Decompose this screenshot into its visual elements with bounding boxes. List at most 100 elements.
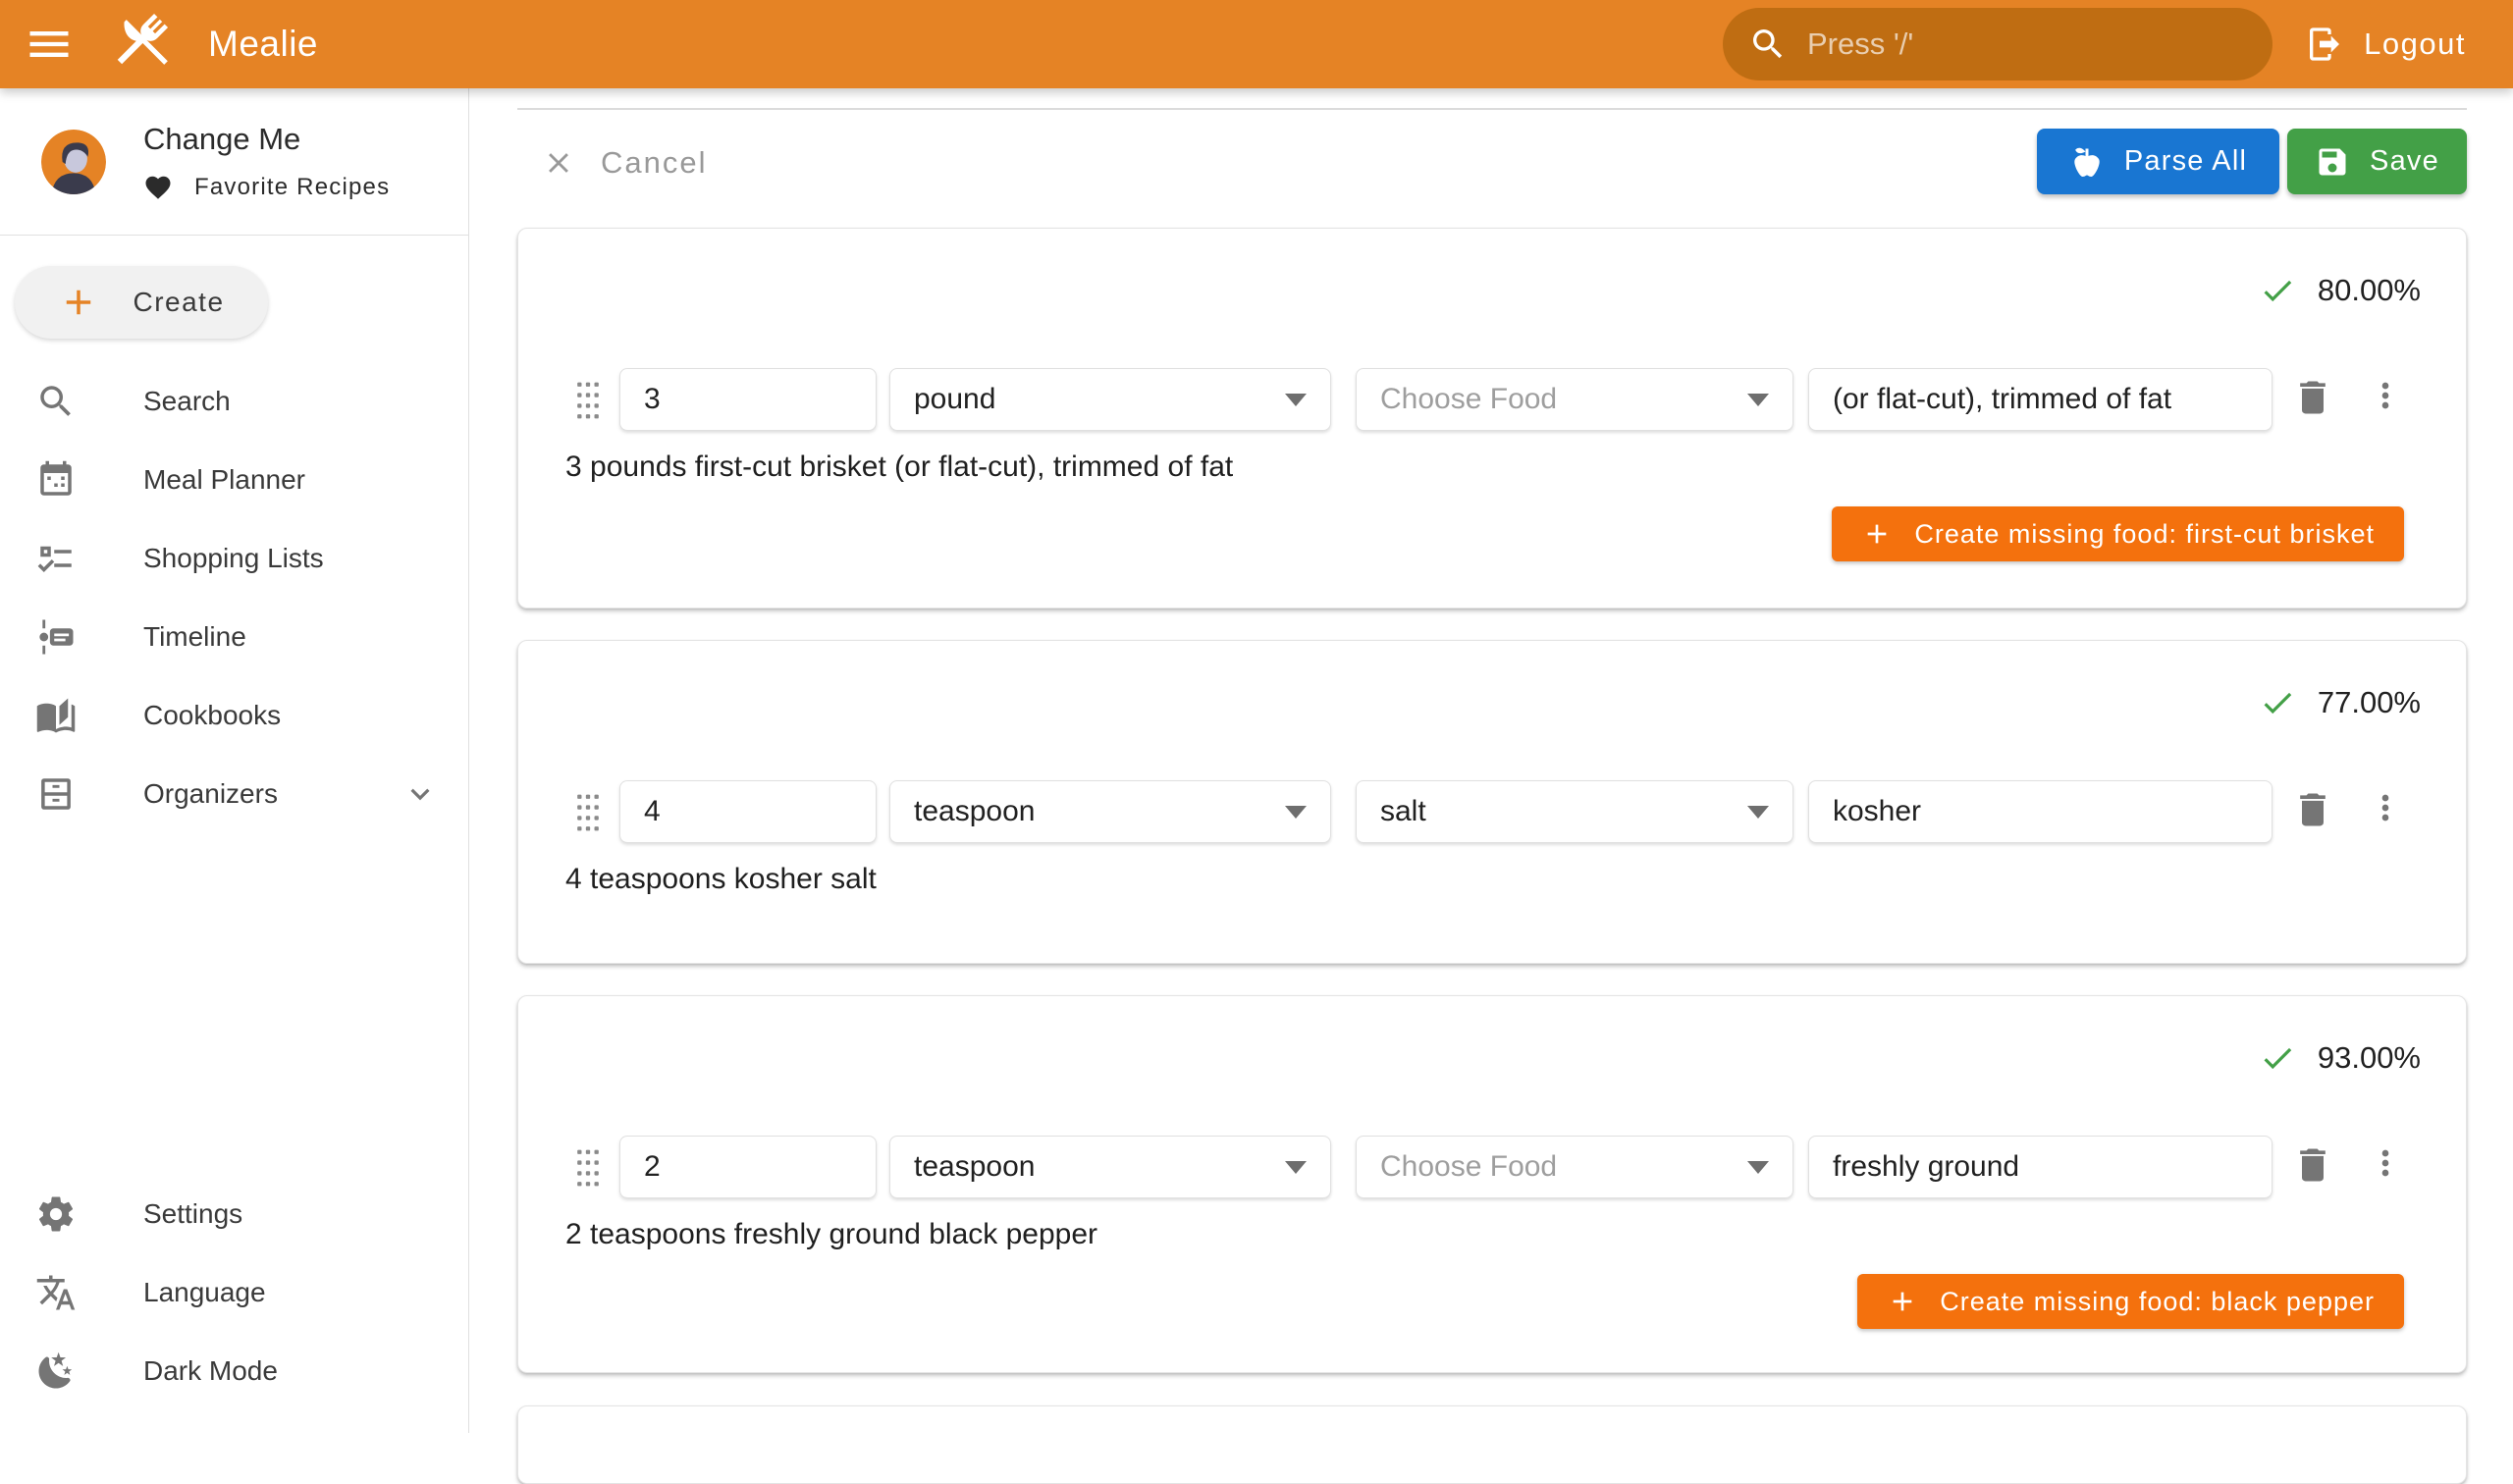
food-select[interactable]: salt — [1356, 780, 1793, 843]
create-button[interactable]: Create — [15, 266, 268, 339]
sidebar-item-label: Cookbooks — [143, 700, 281, 731]
sidebar-item-label: Shopping Lists — [143, 543, 324, 574]
dropdown-caret-icon — [1747, 806, 1769, 819]
ingredient-card: 77.00% teaspoon salt 4 teaspoons kosher … — [517, 640, 2467, 964]
food-select[interactable]: Choose Food — [1356, 1136, 1793, 1198]
checklist-icon — [35, 538, 77, 579]
food-placeholder: Choose Food — [1380, 383, 1557, 416]
moon-icon — [35, 1351, 77, 1392]
sidebar-item-label: Meal Planner — [143, 464, 305, 496]
create-missing-food-button[interactable]: Create missing food: first-cut brisket — [1832, 506, 2404, 561]
search-input[interactable] — [1807, 26, 2247, 62]
delete-icon[interactable] — [2291, 1143, 2334, 1187]
favorite-recipes-label: Favorite Recipes — [194, 174, 390, 201]
save-button[interactable]: Save — [2287, 129, 2467, 194]
note-input[interactable] — [1833, 383, 2248, 416]
avatar — [41, 130, 106, 194]
create-missing-food-label: Create missing food: black pepper — [1940, 1287, 2375, 1317]
timeline-icon — [35, 616, 77, 658]
logout-icon — [2305, 25, 2344, 64]
original-ingredient-text: 3 pounds first-cut brisket (or flat-cut)… — [565, 450, 1233, 484]
quantity-input[interactable] — [644, 795, 852, 828]
create-missing-food-button[interactable]: Create missing food: black pepper — [1857, 1274, 2404, 1329]
sidebar-item-meal-planner[interactable]: Meal Planner — [0, 441, 468, 519]
drag-handle-icon[interactable] — [575, 1145, 601, 1191]
note-input[interactable] — [1833, 795, 2248, 828]
cancel-button[interactable]: Cancel — [542, 133, 708, 192]
note-field — [1808, 1136, 2272, 1198]
magnify-icon — [35, 381, 77, 422]
sidebar-item-dark-mode[interactable]: Dark Mode — [0, 1332, 468, 1410]
unit-value: teaspoon — [914, 795, 1035, 828]
unit-value: pound — [914, 383, 995, 416]
unit-select[interactable]: teaspoon — [889, 1136, 1331, 1198]
sidebar-item-label: Dark Mode — [143, 1355, 278, 1387]
confidence-value: 93.00% — [2318, 1040, 2421, 1076]
sidebar-nav: Search Meal Planner Shopping Lists Timel… — [0, 362, 468, 833]
book-open-icon — [35, 695, 77, 736]
quantity-input[interactable] — [644, 383, 852, 416]
dropdown-caret-icon — [1285, 1161, 1307, 1174]
drag-handle-icon[interactable] — [575, 378, 601, 423]
sidebar-item-label: Language — [143, 1277, 266, 1308]
delete-icon[interactable] — [2291, 788, 2334, 831]
sidebar-item-organizers[interactable]: Organizers — [0, 755, 468, 833]
quantity-field — [619, 1136, 877, 1198]
sidebar-item-cookbooks[interactable]: Cookbooks — [0, 676, 468, 755]
dropdown-caret-icon — [1285, 394, 1307, 406]
confidence-indicator: 93.00% — [2259, 1039, 2421, 1077]
confidence-indicator: 80.00% — [2259, 272, 2421, 309]
sidebar-item-label: Search — [143, 386, 231, 417]
note-input[interactable] — [1833, 1150, 2248, 1184]
create-label: Create — [133, 287, 224, 318]
ingredient-card-partial — [517, 1405, 2467, 1484]
app-title: Mealie — [208, 10, 318, 79]
sidebar-item-settings[interactable]: Settings — [0, 1175, 468, 1253]
check-icon — [2259, 1039, 2296, 1077]
plus-icon — [58, 282, 99, 323]
app-header: Mealie Logout — [0, 0, 2513, 88]
confidence-value: 80.00% — [2318, 273, 2421, 308]
dropdown-caret-icon — [1285, 806, 1307, 819]
check-icon — [2259, 684, 2296, 721]
chevron-down-icon — [401, 775, 439, 813]
parse-all-label: Parse All — [2124, 145, 2247, 178]
menu-icon[interactable] — [24, 19, 75, 70]
drag-handle-icon[interactable] — [575, 790, 601, 835]
quantity-field — [619, 368, 877, 431]
sidebar-item-timeline[interactable]: Timeline — [0, 598, 468, 676]
more-options-icon[interactable] — [2366, 788, 2405, 827]
cancel-label: Cancel — [601, 145, 708, 181]
sidebar-divider — [0, 235, 468, 236]
app-logo-link[interactable]: Mealie — [110, 10, 318, 79]
check-icon — [2259, 272, 2296, 309]
quantity-input[interactable] — [644, 1150, 852, 1184]
unit-select[interactable]: teaspoon — [889, 780, 1331, 843]
ingredient-card: 93.00% teaspoon Choose Food 2 teaspoons … — [517, 995, 2467, 1373]
logout-button[interactable]: Logout — [2305, 0, 2466, 88]
more-options-icon[interactable] — [2366, 376, 2405, 415]
dropdown-caret-icon — [1747, 394, 1769, 406]
user-panel[interactable]: Change Me Favorite Recipes — [0, 88, 468, 235]
content-top-divider — [517, 108, 2467, 110]
more-options-icon[interactable] — [2366, 1143, 2405, 1183]
cabinet-icon — [35, 773, 77, 815]
gear-icon — [35, 1193, 77, 1235]
confidence-value: 77.00% — [2318, 685, 2421, 720]
sidebar-item-label: Timeline — [143, 621, 246, 653]
sidebar-item-search[interactable]: Search — [0, 362, 468, 441]
unit-select[interactable]: pound — [889, 368, 1331, 431]
save-label: Save — [2370, 145, 2439, 178]
parse-all-button[interactable]: Parse All — [2037, 129, 2279, 194]
heart-icon — [143, 173, 173, 202]
sidebar-item-label: Settings — [143, 1198, 242, 1230]
sidebar-item-language[interactable]: Language — [0, 1253, 468, 1332]
sidebar-item-shopping-lists[interactable]: Shopping Lists — [0, 519, 468, 598]
favorite-recipes-link[interactable]: Favorite Recipes — [143, 173, 390, 202]
apple-icon — [2069, 144, 2105, 180]
unit-value: teaspoon — [914, 1150, 1035, 1184]
plus-icon — [1861, 518, 1893, 550]
delete-icon[interactable] — [2291, 376, 2334, 419]
food-select[interactable]: Choose Food — [1356, 368, 1793, 431]
sidebar-item-label: Organizers — [143, 778, 278, 810]
